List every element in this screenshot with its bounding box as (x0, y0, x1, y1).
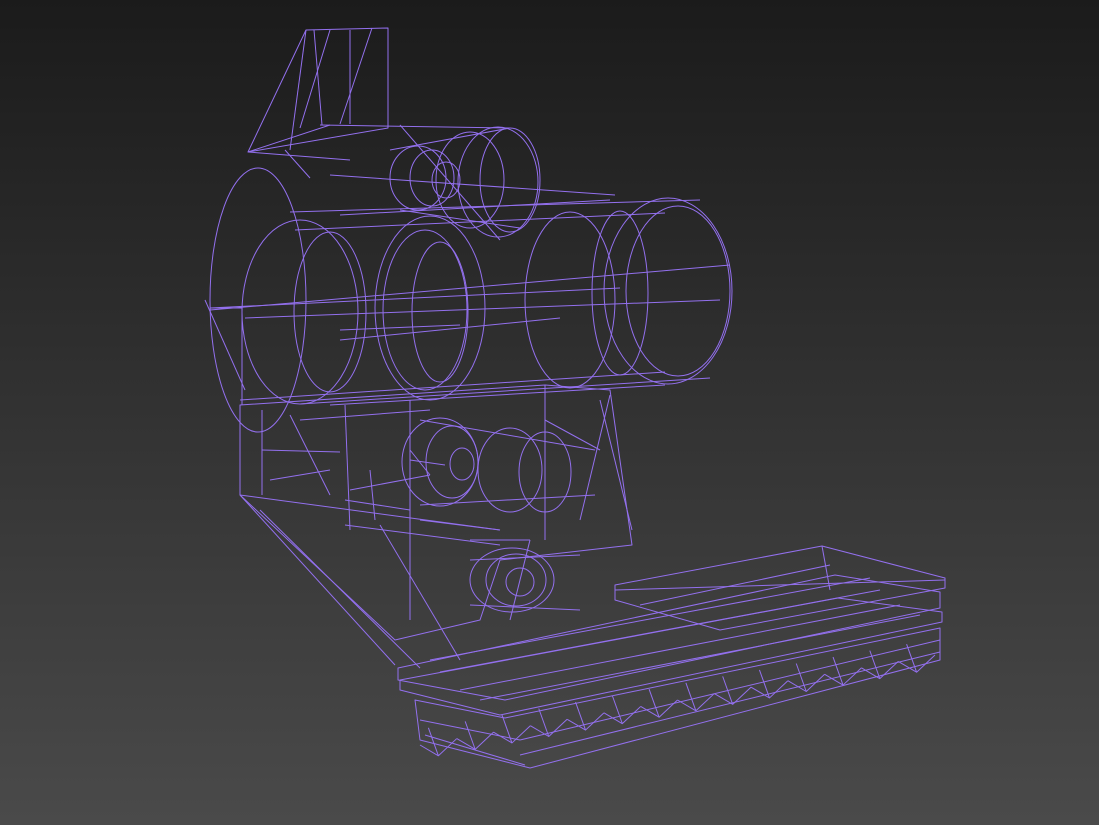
rail-tooth-edge (427, 727, 439, 756)
rail-tooth-edge (758, 669, 770, 699)
wireframe-model[interactable] (0, 0, 1099, 825)
3d-viewport[interactable] (0, 0, 1099, 825)
rail-bottom (397, 545, 946, 769)
lower-cylinder (469, 547, 581, 613)
lower-body (239, 384, 633, 669)
rail-tooth-edge (722, 676, 734, 705)
rail-tooth (530, 718, 568, 737)
rail-tooth-edge (832, 656, 844, 686)
rail-tooth (493, 725, 531, 744)
rail-tooth-edge (464, 721, 476, 750)
mid-cylinders (401, 417, 596, 513)
rail-tooth-edge (611, 695, 623, 724)
rail-tooth-edge (501, 714, 513, 744)
rail-tooth (456, 731, 494, 750)
rail-tooth (603, 706, 642, 725)
top-fin (247, 27, 511, 179)
rail-tooth (640, 699, 678, 718)
rail-tooth-edge (648, 689, 660, 718)
rail-tooth-edge (685, 682, 697, 711)
upper-small-cylinders (329, 124, 616, 241)
rail-tooth (787, 673, 825, 692)
rail-tooth-edge (538, 708, 550, 737)
